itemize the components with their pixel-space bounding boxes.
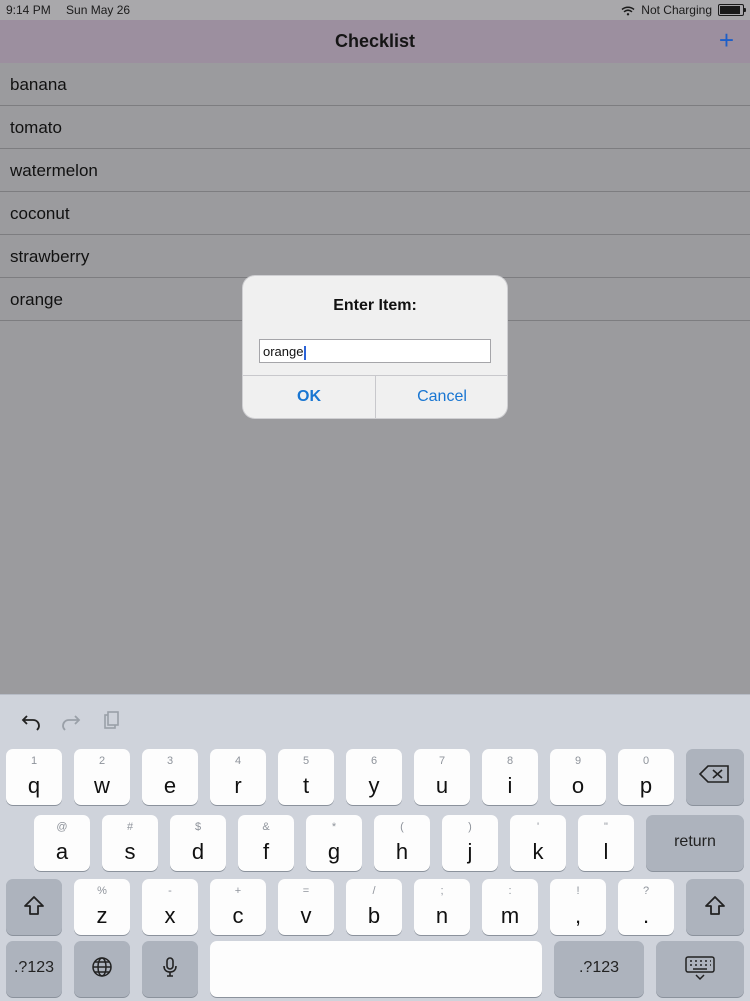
cancel-button[interactable]: Cancel: [376, 376, 508, 418]
numbers-key-right[interactable]: .?123: [554, 941, 644, 997]
ok-button[interactable]: OK: [243, 376, 375, 418]
keyboard-dismiss-icon: [656, 955, 744, 981]
key-e[interactable]: 3e: [142, 749, 198, 805]
undo-icon[interactable]: [20, 710, 42, 732]
key-w[interactable]: 2w: [74, 749, 130, 805]
key-k[interactable]: ' k: [510, 815, 566, 871]
list-item-label: banana: [10, 75, 67, 94]
key-g[interactable]: * g: [306, 815, 362, 871]
microphone-key[interactable]: [142, 941, 198, 997]
key-v[interactable]: = v: [278, 879, 334, 935]
status-left: 9:14 PM Sun May 26: [6, 3, 142, 17]
wifi-icon: [621, 5, 635, 16]
shift-left-key[interactable]: [6, 879, 62, 935]
key-comma[interactable]: !,: [550, 879, 606, 935]
list-item-label: strawberry: [10, 247, 90, 266]
list-item[interactable]: coconut: [0, 192, 750, 235]
status-date: Sun May 26: [66, 3, 131, 17]
charging-status: Not Charging: [641, 3, 712, 17]
key-p[interactable]: 0p: [618, 749, 674, 805]
list-item[interactable]: watermelon: [0, 149, 750, 192]
add-item-button[interactable]: +: [719, 27, 734, 53]
key-b[interactable]: / b: [346, 879, 402, 935]
on-screen-keyboard: 1q 2w 3e 4r 5t 6y 7u 8i 9o 0p @ a # s $ d &…: [0, 694, 750, 1001]
page-title: Checklist: [334, 31, 416, 51]
list-item-label: orange: [10, 290, 63, 309]
key-x[interactable]: -x: [142, 879, 198, 935]
return-key[interactable]: return: [646, 815, 744, 871]
key-s[interactable]: # s: [102, 815, 158, 871]
navigation-bar: Checklist +: [0, 20, 750, 64]
key-z[interactable]: % z: [74, 879, 130, 935]
keyboard-toolbar: [20, 709, 122, 733]
key-u[interactable]: 7u: [414, 749, 470, 805]
shift-icon: [686, 893, 744, 919]
key-r[interactable]: 4r: [210, 749, 266, 805]
key-c[interactable]: + c: [210, 879, 266, 935]
item-input-value: orange: [263, 344, 304, 359]
clipboard-icon[interactable]: [100, 710, 122, 732]
key-q[interactable]: 1q: [6, 749, 62, 805]
item-input[interactable]: orange: [259, 339, 491, 363]
key-y[interactable]: 6y: [346, 749, 402, 805]
list-item[interactable]: tomato: [0, 106, 750, 149]
key-n[interactable]: ; n: [414, 879, 470, 935]
list-item-label: coconut: [10, 204, 70, 223]
globe-key[interactable]: [74, 941, 130, 997]
globe-icon: [74, 955, 130, 979]
space-bar[interactable]: [210, 941, 542, 997]
redo-icon[interactable]: [60, 710, 82, 732]
status-bar: 9:14 PM Sun May 26 Not Charging: [0, 0, 750, 20]
text-caret: [304, 345, 307, 360]
list-item-label: watermelon: [10, 161, 98, 180]
shift-icon: [6, 893, 62, 919]
battery-icon: [718, 4, 746, 16]
key-i[interactable]: 8i: [482, 749, 538, 805]
key-h[interactable]: (h: [374, 815, 430, 871]
key-t[interactable]: 5t: [278, 749, 334, 805]
numbers-key-left[interactable]: .?123: [6, 941, 62, 997]
list-item[interactable]: banana: [0, 63, 750, 106]
dismiss-keyboard-key[interactable]: [656, 941, 744, 997]
key-o[interactable]: 9o: [550, 749, 606, 805]
shift-right-key[interactable]: [686, 879, 744, 935]
status-time: 9:14 PM: [6, 3, 51, 17]
key-f[interactable]: & f: [238, 815, 294, 871]
key-a[interactable]: @ a: [34, 815, 90, 871]
key-j[interactable]: ) j: [442, 815, 498, 871]
enter-item-dialog: Enter Item: orange OK Cancel: [243, 276, 507, 418]
backspace-key[interactable]: [686, 749, 744, 805]
list-item-label: tomato: [10, 118, 62, 137]
backspace-icon: [686, 763, 744, 785]
dialog-title: Enter Item:: [333, 297, 417, 314]
key-period[interactable]: ?.: [618, 879, 674, 935]
key-d[interactable]: $ d: [170, 815, 226, 871]
key-m[interactable]: :m: [482, 879, 538, 935]
list-item[interactable]: strawberry: [0, 235, 750, 278]
key-l[interactable]: " l: [578, 815, 634, 871]
status-right: Not Charging: [621, 3, 746, 17]
microphone-icon: [142, 955, 198, 979]
